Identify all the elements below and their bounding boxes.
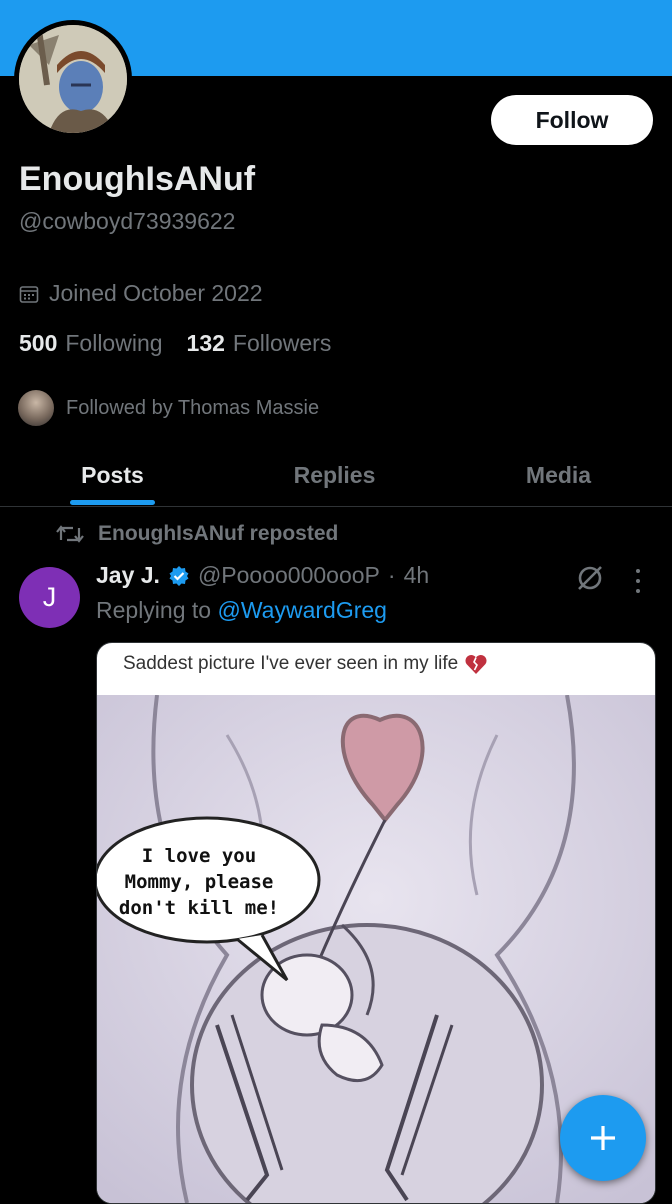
followers-label: Followers [232, 330, 332, 356]
post-author-avatar[interactable]: J [19, 567, 80, 628]
followers-count: 132 [186, 330, 225, 356]
post-separator: · [387, 562, 396, 588]
verified-badge-icon [169, 565, 189, 586]
bubble-line-2: Mommy, please [124, 871, 274, 893]
broken-heart-icon [465, 654, 487, 674]
profile-handle: @cowboyd73939622 [19, 208, 236, 234]
bubble-line-3: don't kill me! [118, 897, 280, 919]
post-header: Jay J. @Poooo000oooP · 4h [96, 562, 429, 589]
media-caption: Saddest picture I've ever seen in my lif… [123, 653, 488, 675]
tab-replies[interactable]: Replies [262, 444, 407, 506]
followers-link[interactable]: 132 Followers [187, 330, 332, 357]
media-caption-text: Saddest picture I've ever seen in my lif… [123, 653, 459, 674]
profile-display-name: EnoughIsANuf [19, 160, 256, 198]
replying-to: Replying to @WaywardGreg [96, 597, 387, 624]
post-author-handle[interactable]: @Poooo000oooP [198, 562, 380, 589]
following-label: Following [65, 330, 163, 356]
bubble-line-1: I love you [141, 845, 257, 867]
profile-joined: Joined October 2022 [19, 280, 263, 307]
replying-prefix: Replying to [96, 597, 212, 623]
repost-indicator[interactable]: EnoughIsANuf reposted [56, 522, 338, 546]
post-author-name[interactable]: Jay J. [96, 562, 160, 589]
compose-button[interactable] [560, 1095, 646, 1181]
repost-label: EnoughIsANuf reposted [98, 522, 339, 545]
profile-counts: 500 Following 132 Followers [19, 330, 331, 357]
speech-bubble-text: I love you Mommy, please don't kill me! [109, 843, 289, 921]
more-icon[interactable] [630, 566, 646, 596]
calendar-icon [19, 285, 39, 303]
following-link[interactable]: 500 Following [19, 330, 163, 357]
tab-media[interactable]: Media [486, 444, 631, 506]
tab-posts[interactable]: Posts [40, 444, 185, 506]
compose-plus-icon [591, 1126, 615, 1150]
active-tab-indicator [70, 500, 155, 505]
follower-avatar [16, 388, 56, 428]
post-time[interactable]: 4h [404, 562, 430, 589]
followed-by[interactable]: Followed by Thomas Massie [16, 388, 319, 428]
profile-avatar-image [19, 25, 127, 133]
grok-icon[interactable] [574, 562, 606, 594]
avatar-portrait [19, 25, 127, 133]
following-count: 500 [19, 330, 58, 356]
repost-icon [56, 525, 84, 543]
joined-text: Joined October 2022 [49, 280, 263, 306]
follow-button[interactable]: Follow [491, 95, 653, 145]
profile-avatar[interactable] [14, 20, 132, 138]
profile-tabs: Posts Replies Media [0, 444, 672, 507]
replying-to-link[interactable]: @WaywardGreg [217, 597, 386, 623]
followed-by-text: Followed by Thomas Massie [66, 396, 320, 419]
